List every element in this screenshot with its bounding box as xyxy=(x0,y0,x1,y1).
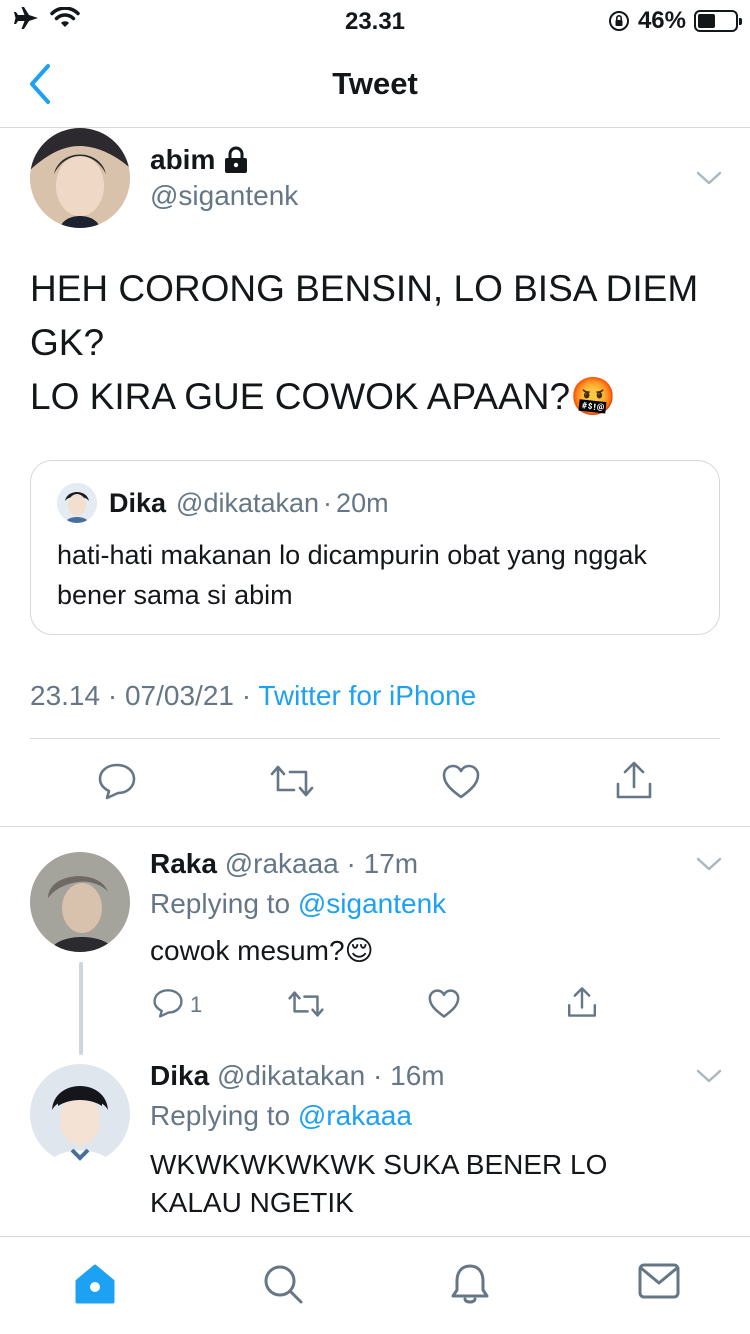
reply-icon[interactable] xyxy=(152,988,184,1018)
quoted-tweet[interactable]: Dika @dikatakan · 20m hati-hati makanan … xyxy=(30,460,720,635)
retweet-icon[interactable] xyxy=(270,764,314,798)
reply-text-body: cowok mesum? xyxy=(150,935,345,966)
reply-count: 1 xyxy=(190,992,203,1017)
tweet-meta: 23.14 · 07/03/21 · Twitter for iPhone xyxy=(30,680,476,712)
orientation-lock-icon xyxy=(608,11,629,31)
battery-icon xyxy=(694,10,742,32)
reply-time: 17m xyxy=(363,848,419,879)
relieved-emoji: 😌 xyxy=(344,935,374,966)
replying-to: Replying to @rakaaa xyxy=(150,1100,412,1132)
reply-time: 16m xyxy=(390,1060,445,1091)
tweet-time: 23.14 xyxy=(30,680,101,711)
reply-header: Dika @dikatakan · 16m xyxy=(150,1060,445,1092)
reply-icon[interactable] xyxy=(97,762,137,800)
divider xyxy=(30,738,720,739)
messages-icon[interactable] xyxy=(638,1263,680,1299)
quoted-handle: @dikatakan xyxy=(176,487,320,518)
share-icon[interactable] xyxy=(566,986,598,1018)
author-handle[interactable]: @sigantenk xyxy=(150,180,298,212)
tweet-text-line-1: HEH CORONG BENSIN, LO BISA DIEM GK? xyxy=(30,268,699,363)
thread-line xyxy=(79,962,83,1055)
meta-separator-2: · xyxy=(241,680,252,711)
share-icon[interactable] xyxy=(614,760,654,800)
tweet-text: HEH CORONG BENSIN, LO BISA DIEM GK? LO K… xyxy=(30,262,730,424)
status-right: 46% xyxy=(608,7,742,35)
reply-avatar[interactable] xyxy=(30,852,130,952)
quoted-time: 20m xyxy=(336,487,389,518)
quoted-tweet-header: Dika @dikatakan · 20m xyxy=(57,483,389,523)
chevron-down-icon[interactable] xyxy=(695,1068,723,1084)
reply-text: WKWKWKWKWK SUKA BENER LO KALAU NGETIK xyxy=(150,1149,608,1218)
replying-label: Replying to xyxy=(150,888,291,919)
reply-handle[interactable]: @rakaaa xyxy=(225,848,339,879)
retweet-icon[interactable] xyxy=(288,990,324,1018)
reply-name[interactable]: Raka xyxy=(150,848,217,879)
lock-icon xyxy=(225,146,248,173)
reply-avatar[interactable] xyxy=(30,1064,130,1164)
replying-to-link[interactable]: @rakaaa xyxy=(298,1100,412,1131)
angry-emoji: 🤬 xyxy=(570,376,617,417)
quoted-text: hati-hati makanan lo dicampurin obat yan… xyxy=(57,540,647,610)
quoted-separator: · xyxy=(323,487,333,518)
replying-label: Replying to xyxy=(150,1100,291,1131)
replying-to-link[interactable]: @sigantenk xyxy=(298,888,446,919)
chevron-down-icon[interactable] xyxy=(695,170,723,186)
chevron-down-icon[interactable] xyxy=(695,856,723,872)
reply-text: cowok mesum?😌 xyxy=(150,932,710,970)
reply-name[interactable]: Dika xyxy=(150,1060,209,1091)
tweet-date: 07/03/21 xyxy=(124,680,234,711)
tab-bar xyxy=(0,1236,750,1334)
battery-percentage: 46% xyxy=(637,7,686,34)
battery-level xyxy=(698,14,715,28)
author-avatar[interactable] xyxy=(30,128,130,228)
reply-separator: · xyxy=(373,1060,383,1091)
divider xyxy=(0,826,750,827)
page-title: Tweet xyxy=(332,66,418,101)
tweet-text-line-2-text: LO KIRA GUE COWOK APAAN? xyxy=(30,376,571,417)
author-name-row: abim xyxy=(150,144,249,176)
reply-handle[interactable]: @dikatakan xyxy=(217,1060,365,1091)
notifications-icon[interactable] xyxy=(450,1263,490,1307)
search-icon[interactable] xyxy=(262,1263,304,1305)
tweet-source-link[interactable]: Twitter for iPhone xyxy=(258,680,476,711)
quoted-name: Dika xyxy=(109,487,167,518)
quoted-avatar xyxy=(57,483,97,523)
tweet-text-line-2: LO KIRA GUE COWOK APAAN?🤬 xyxy=(30,370,730,424)
reply-separator: · xyxy=(346,848,356,879)
reply-header: Raka @rakaaa · 17m xyxy=(150,848,418,880)
meta-separator-1: · xyxy=(107,680,118,711)
replying-to: Replying to @sigantenk xyxy=(150,888,446,920)
author-name[interactable]: abim xyxy=(150,144,215,176)
like-icon[interactable] xyxy=(428,989,460,1019)
nav-bar: Tweet xyxy=(0,42,750,128)
home-icon[interactable] xyxy=(73,1263,117,1305)
status-bar: 23.31 46% xyxy=(0,0,750,42)
like-icon[interactable] xyxy=(442,764,480,800)
